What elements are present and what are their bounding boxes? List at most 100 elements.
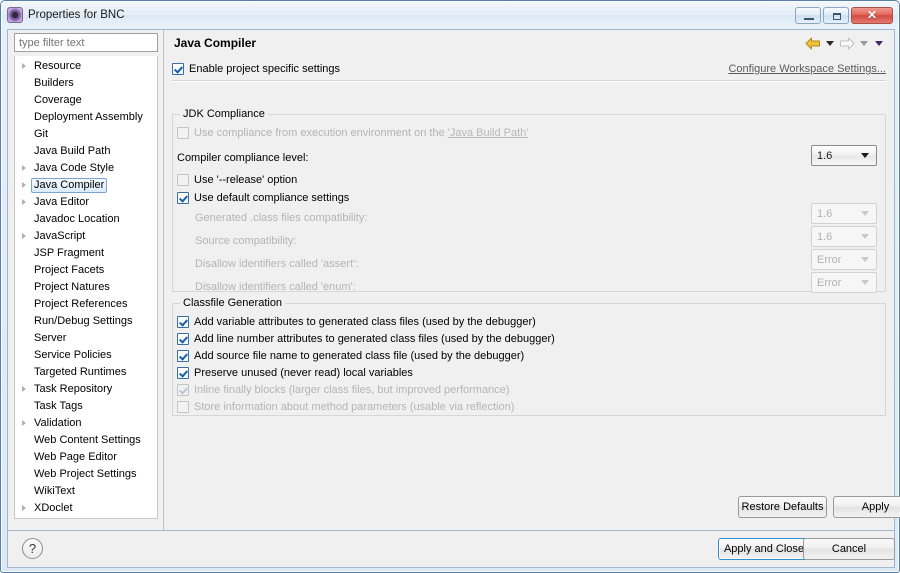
restore-defaults-label: Restore Defaults (741, 501, 824, 513)
sidebar-item-web-content-settings[interactable]: Web Content Settings (15, 432, 157, 449)
enable-project-specific-checkbox[interactable] (172, 63, 184, 75)
jdk-compliance-group: JDK Compliance Use compliance from execu… (172, 108, 886, 293)
filter-input[interactable] (14, 33, 158, 52)
use-default-compliance-checkbox[interactable] (177, 192, 189, 204)
sidebar-item-project-natures[interactable]: Project Natures (15, 279, 157, 296)
classfile-option-row[interactable]: Inline finally blocks (larger class file… (177, 382, 509, 398)
properties-dialog-window: Properties for BNC ✕ Resource Builders Cov… (0, 0, 900, 573)
close-button[interactable]: ✕ (851, 6, 893, 24)
sidebar-item-javadoc-location[interactable]: Javadoc Location (15, 211, 157, 228)
classfile-option-checkbox[interactable] (177, 367, 189, 379)
classfile-option-row[interactable]: Store information about method parameter… (177, 399, 514, 415)
sidebar-item-java-code-style[interactable]: Java Code Style (15, 160, 157, 177)
sidebar-item-run-debug-settings[interactable]: Run/Debug Settings (15, 313, 157, 330)
expand-arrow-icon[interactable] (19, 381, 31, 398)
classfile-option-row[interactable]: Add variable attributes to generated cla… (177, 314, 536, 330)
sidebar-item-builders[interactable]: Builders (15, 75, 157, 92)
sidebar-item-label: Java Build Path (34, 145, 111, 157)
restore-defaults-button[interactable]: Restore Defaults (738, 496, 827, 518)
sidebar-item-coverage[interactable]: Coverage (15, 92, 157, 109)
disallow-assert-combo[interactable]: Error (811, 249, 877, 270)
apply-and-close-button[interactable]: Apply and Close (718, 538, 810, 560)
sidebar-item-label: Task Tags (34, 400, 83, 412)
use-default-compliance-label: Use default compliance settings (194, 192, 350, 204)
sidebar-item-java-build-path[interactable]: Java Build Path (15, 143, 157, 160)
sidebar-item-git[interactable]: Git (15, 126, 157, 143)
sidebar-item-label: Deployment Assembly (34, 111, 143, 123)
use-release-option-checkbox[interactable] (177, 174, 189, 186)
expand-arrow-icon[interactable] (19, 415, 31, 432)
classfile-option-checkbox[interactable] (177, 384, 189, 396)
classfile-option-checkbox[interactable] (177, 350, 189, 362)
sidebar-item-server[interactable]: Server (15, 330, 157, 347)
use-execution-environment-row[interactable]: Use compliance from execution environmen… (177, 125, 528, 141)
sidebar-item-java-editor[interactable]: Java Editor (15, 194, 157, 211)
settings-tree[interactable]: Resource Builders Coverage Deployment Assem… (14, 56, 158, 519)
sidebar-item-project-references[interactable]: Project References (15, 296, 157, 313)
classfile-option-row[interactable]: Add source file name to generated class … (177, 348, 524, 364)
sidebar-item-targeted-runtimes[interactable]: Targeted Runtimes (15, 364, 157, 381)
sidebar-item-task-tags[interactable]: Task Tags (15, 398, 157, 415)
chevron-down-icon (861, 280, 869, 285)
sidebar-item-project-facets[interactable]: Project Facets (15, 262, 157, 279)
classfile-option-checkbox[interactable] (177, 316, 189, 328)
expand-arrow-icon[interactable] (19, 160, 31, 177)
apply-button[interactable]: Apply (833, 496, 900, 518)
use-default-compliance-row[interactable]: Use default compliance settings (177, 190, 349, 206)
disallow-assert-label: Disallow identifiers called 'assert': (195, 258, 359, 270)
source-compat-row: Source compatibility: (195, 233, 297, 249)
sidebar-item-jsp-fragment[interactable]: JSP Fragment (15, 245, 157, 262)
classfile-option-label: Inline finally blocks (larger class file… (194, 384, 510, 396)
disallow-enum-label: Disallow identifiers called 'enum': (195, 281, 356, 293)
use-release-option-row[interactable]: Use '--release' option (177, 172, 297, 188)
sidebar-item-web-page-editor[interactable]: Web Page Editor (15, 449, 157, 466)
expand-arrow-icon[interactable] (19, 228, 31, 245)
classfile-option-checkbox[interactable] (177, 401, 189, 413)
cancel-button[interactable]: Cancel (803, 538, 895, 560)
overflow-chevron-down-icon[interactable] (875, 40, 883, 46)
classfile-option-row[interactable]: Preserve unused (never read) local varia… (177, 365, 413, 381)
expand-arrow-icon[interactable] (19, 194, 31, 211)
sidebar-item-java-compiler[interactable]: Java Compiler (15, 177, 157, 194)
sidebar-item-deployment-assembly[interactable]: Deployment Assembly (15, 109, 157, 126)
classfile-option-label: Add variable attributes to generated cla… (194, 316, 536, 328)
sidebar-item-label: Project References (34, 298, 128, 310)
sidebar-item-resource[interactable]: Resource (15, 58, 157, 75)
classfile-generation-title: Classfile Generation (180, 297, 286, 309)
classfile-option-row[interactable]: Add line number attributes to generated … (177, 331, 555, 347)
sidebar-item-wikitext[interactable]: WikiText (15, 483, 157, 500)
classfile-option-label: Add line number attributes to generated … (194, 333, 555, 345)
minimize-button[interactable] (795, 6, 821, 24)
expand-arrow-icon[interactable] (19, 58, 31, 75)
maximize-button[interactable] (823, 6, 849, 24)
forward-chevron-down-icon[interactable] (860, 40, 868, 46)
settings-tree-pane: Resource Builders Coverage Deployment Assem… (8, 30, 163, 530)
sidebar-item-xdoclet[interactable]: XDoclet (15, 500, 157, 517)
compiler-compliance-level-combo[interactable]: 1.6 (811, 145, 877, 166)
sidebar-item-task-repository[interactable]: Task Repository (15, 381, 157, 398)
configure-workspace-settings-link[interactable]: Configure Workspace Settings... (728, 63, 886, 75)
back-chevron-down-icon[interactable] (826, 40, 834, 46)
source-compat-combo[interactable]: 1.6 (811, 226, 877, 247)
title-bar[interactable]: Properties for BNC ✕ (2, 2, 898, 28)
disallow-enum-combo[interactable]: Error (811, 272, 877, 293)
question-mark-icon[interactable]: ? (22, 538, 43, 559)
expand-arrow-icon[interactable] (19, 177, 31, 194)
sidebar-item-web-project-settings[interactable]: Web Project Settings (15, 466, 157, 483)
sidebar-item-service-policies[interactable]: Service Policies (15, 347, 157, 364)
sidebar-item-javascript[interactable]: JavaScript (15, 228, 157, 245)
enable-project-specific-row[interactable]: Enable project specific settings Configu… (172, 60, 886, 78)
use-execution-environment-checkbox[interactable] (177, 127, 189, 139)
sidebar-item-validation[interactable]: Validation (15, 415, 157, 432)
java-build-path-link[interactable]: 'Java Build Path' (448, 127, 529, 139)
sidebar-item-label: Java Editor (34, 196, 90, 208)
generated-class-compat-combo[interactable]: 1.6 (811, 203, 877, 224)
arrow-right-icon[interactable] (839, 37, 855, 50)
expand-arrow-icon[interactable] (19, 500, 31, 517)
arrow-left-icon[interactable] (805, 37, 821, 50)
classfile-option-checkbox[interactable] (177, 333, 189, 345)
